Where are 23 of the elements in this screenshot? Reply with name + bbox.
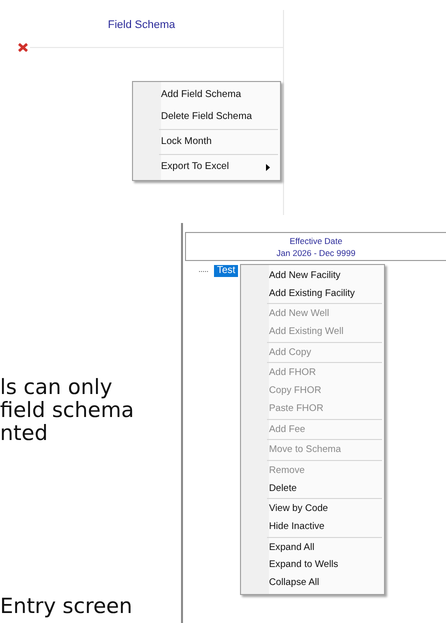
menu-item[interactable]: Expand to Wells <box>241 556 382 574</box>
menu-item[interactable]: Add Field Schema <box>133 84 278 106</box>
menu-item[interactable]: Delete Field Schema <box>133 106 278 128</box>
close-icon[interactable] <box>18 43 28 52</box>
header-text: Jan 2026 - Dec 9999 <box>276 246 356 258</box>
body-text: ls can only <box>0 376 114 399</box>
body-text: Entry screen <box>0 595 134 618</box>
menu-item[interactable]: View by Code <box>241 500 382 518</box>
menu-item[interactable]: Hide Inactive <box>241 518 382 536</box>
tree-connector <box>199 270 208 272</box>
menu-item[interactable]: Add Existing Facility <box>241 284 382 302</box>
header-text: Effective Date <box>290 234 342 246</box>
menu-item[interactable]: Delete <box>241 480 382 498</box>
submenu-arrow-icon <box>266 164 270 170</box>
panel-title: Field Schema <box>106 18 176 31</box>
body-text: field schema <box>0 399 136 422</box>
menu-item[interactable]: Expand All <box>241 538 382 556</box>
menu-item[interactable]: Collapse All <box>241 574 382 592</box>
body-text: nted <box>0 422 49 445</box>
tree-node[interactable]: Test <box>214 265 238 277</box>
menu-item[interactable]: Export To Excel <box>133 156 278 178</box>
menu-item[interactable]: Lock Month <box>133 131 278 153</box>
menu-item[interactable]: Add New Facility <box>241 267 382 285</box>
